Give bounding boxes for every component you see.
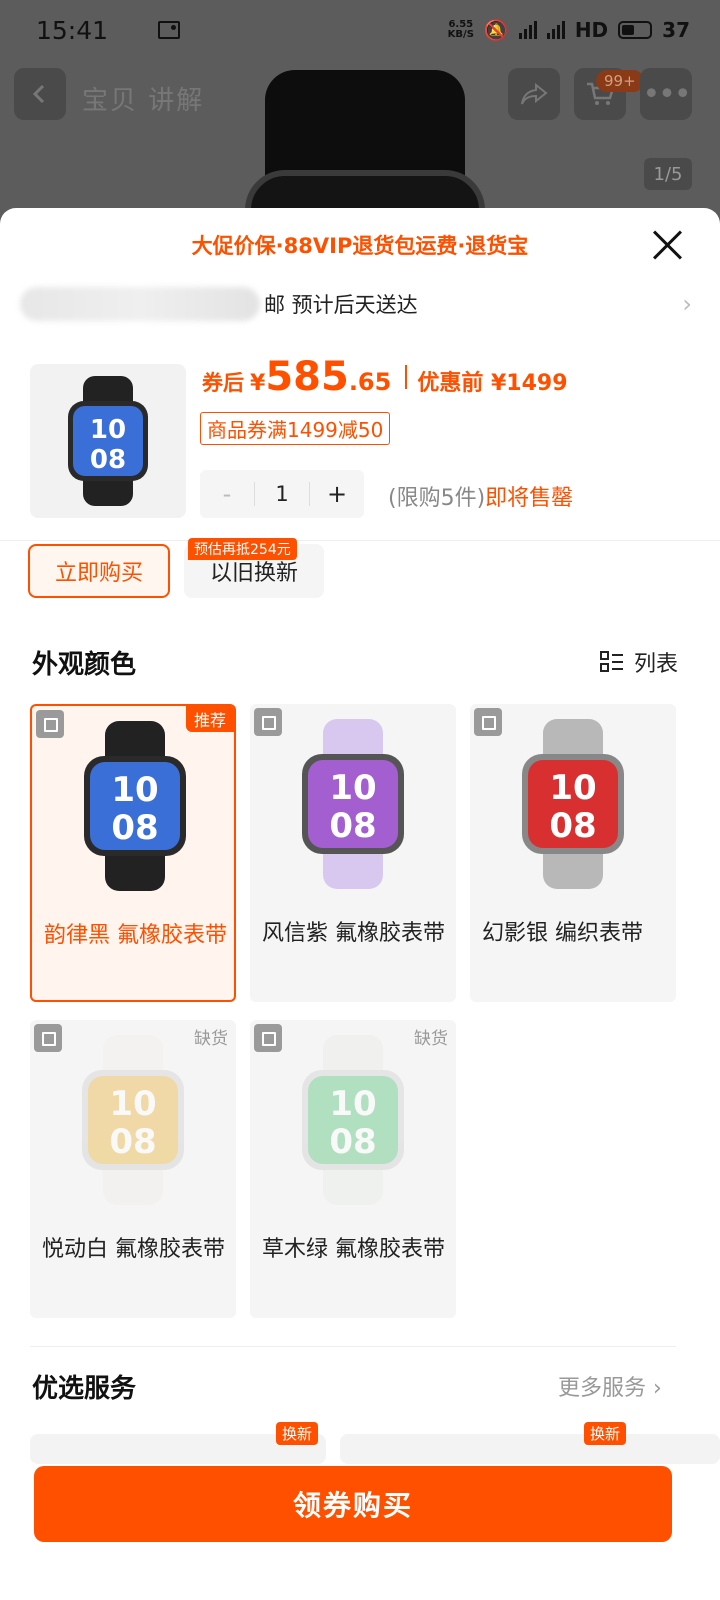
price-prefix: 券后 bbox=[202, 371, 244, 395]
signal-1-icon bbox=[518, 21, 537, 39]
network-speed: 6.55 KB/S bbox=[447, 19, 474, 40]
cart-count-badge: 99+ bbox=[596, 70, 644, 92]
sku-selector-sheet: 大促价保·88VIP退货包运费·退货宝 邮 预计后天送达 › 10 08 券后 … bbox=[0, 208, 720, 1600]
status-indicators: 6.55 KB/S 🔕 HD 37 bbox=[448, 18, 690, 42]
color-section-title: 外观颜色 bbox=[32, 650, 137, 680]
color-option-card[interactable]: 10 08 幻影银 编织表带 bbox=[470, 704, 676, 1002]
share-button[interactable] bbox=[508, 68, 560, 120]
expand-icon[interactable] bbox=[254, 708, 282, 736]
delivery-estimate: 邮 预计后天送达 bbox=[264, 293, 418, 317]
color-option-label: 幻影银 编织表带 bbox=[482, 921, 643, 946]
color-option-label: 草木绿 氟橡胶表带 bbox=[262, 1237, 445, 1262]
quantity-value[interactable]: 1 bbox=[254, 482, 310, 506]
more-dots-icon: ••• bbox=[642, 76, 691, 112]
buy-now-option[interactable]: 立即购买 bbox=[28, 544, 170, 598]
price-row: 券后 ¥ 585 .65 优惠前 ¥1499 bbox=[202, 354, 568, 400]
svg-text:10: 10 bbox=[111, 770, 158, 810]
color-option-card[interactable]: 10 08 推荐韵律黑 氟橡胶表带 bbox=[30, 704, 236, 1002]
color-option-label: 风信紫 氟橡胶表带 bbox=[262, 921, 445, 946]
status-bar: 15:41 6.55 KB/S 🔕 HD 37 bbox=[0, 0, 720, 60]
claim-coupon-buy-button[interactable]: 领券购买 bbox=[34, 1466, 672, 1542]
price-decimal: .65 bbox=[348, 368, 392, 396]
original-price: 优惠前 ¥1499 bbox=[417, 371, 568, 396]
out-of-stock-tag: 缺货 bbox=[414, 1029, 448, 1049]
price-integer: 585 bbox=[265, 354, 349, 400]
svg-text:10: 10 bbox=[90, 415, 126, 445]
svg-text:10: 10 bbox=[549, 768, 596, 808]
color-option-card[interactable]: 10 08 缺货草木绿 氟橡胶表带 bbox=[250, 1020, 456, 1318]
divider bbox=[30, 1346, 676, 1347]
more-services-link[interactable]: 更多服务 › bbox=[558, 1370, 662, 1402]
watch-thumbnail-image: 10 08 bbox=[68, 376, 148, 506]
hd-indicator: HD bbox=[574, 18, 609, 42]
signal-2-icon bbox=[546, 21, 565, 39]
price-divider bbox=[405, 365, 408, 389]
svg-text:08: 08 bbox=[329, 806, 376, 846]
color-option-label: 韵律黑 氟橡胶表带 bbox=[44, 923, 227, 948]
product-hero-image bbox=[245, 70, 485, 250]
expand-icon[interactable] bbox=[34, 1024, 62, 1052]
coupon-tag: 商品券满1499减50 bbox=[200, 412, 391, 445]
chevron-right-icon: › bbox=[682, 290, 692, 318]
service-badge: 换新 bbox=[584, 1422, 627, 1445]
list-toggle-label: 列表 bbox=[634, 652, 679, 677]
expand-icon[interactable] bbox=[474, 708, 502, 736]
status-time: 15:41 bbox=[36, 15, 109, 45]
chevron-left-icon bbox=[32, 84, 45, 104]
delivery-address-row[interactable]: 邮 预计后天送达 › bbox=[20, 282, 700, 326]
purchase-limit: (限购5件)即将售罄 bbox=[388, 486, 574, 511]
promo-line: 大促价保·88VIP退货包运费·退货宝 bbox=[191, 234, 529, 258]
divider bbox=[0, 540, 720, 541]
battery-icon bbox=[618, 21, 653, 39]
increase-button[interactable]: + bbox=[310, 480, 364, 508]
service-badge: 换新 bbox=[276, 1422, 319, 1445]
expand-icon[interactable] bbox=[254, 1024, 282, 1052]
svg-text:10: 10 bbox=[329, 768, 376, 808]
out-of-stock-tag: 缺货 bbox=[194, 1029, 228, 1049]
blurred-address bbox=[20, 287, 260, 321]
top-tabs[interactable]: 宝贝 讲解 bbox=[82, 80, 204, 117]
gallery-notification-icon bbox=[158, 21, 181, 39]
mute-icon: 🔕 bbox=[483, 18, 509, 42]
expand-icon[interactable] bbox=[36, 710, 64, 738]
close-button[interactable] bbox=[648, 226, 688, 266]
svg-text:08: 08 bbox=[111, 808, 158, 848]
svg-text:10: 10 bbox=[329, 1084, 376, 1124]
color-option-label: 悦动白 氟橡胶表带 bbox=[42, 1237, 225, 1262]
svg-text:10: 10 bbox=[109, 1084, 156, 1124]
svg-text:08: 08 bbox=[329, 1122, 376, 1162]
trade-in-badge: 预估再抵254元 bbox=[188, 538, 297, 560]
service-card[interactable] bbox=[340, 1434, 720, 1464]
list-icon bbox=[600, 651, 623, 672]
color-option-card[interactable]: 10 08 缺货悦动白 氟橡胶表带 bbox=[30, 1020, 236, 1318]
list-view-toggle[interactable]: 列表 bbox=[600, 646, 678, 678]
svg-text:08: 08 bbox=[549, 806, 596, 846]
color-option-card[interactable]: 10 08 风信紫 氟橡胶表带 bbox=[250, 704, 456, 1002]
price-currency: ¥ bbox=[250, 371, 266, 396]
share-icon bbox=[521, 82, 548, 105]
battery-level: 37 bbox=[662, 18, 690, 42]
more-button[interactable]: ••• bbox=[640, 68, 692, 120]
image-page-indicator: 1/5 bbox=[644, 158, 692, 190]
svg-text:08: 08 bbox=[109, 1122, 156, 1162]
back-button[interactable] bbox=[14, 68, 66, 120]
quantity-stepper: - 1 + bbox=[200, 470, 364, 518]
product-thumbnail[interactable]: 10 08 bbox=[30, 364, 186, 518]
svg-text:08: 08 bbox=[90, 445, 126, 475]
recommended-tag: 推荐 bbox=[185, 706, 234, 732]
services-section-title: 优选服务 bbox=[32, 1374, 137, 1404]
decrease-button[interactable]: - bbox=[200, 480, 254, 508]
